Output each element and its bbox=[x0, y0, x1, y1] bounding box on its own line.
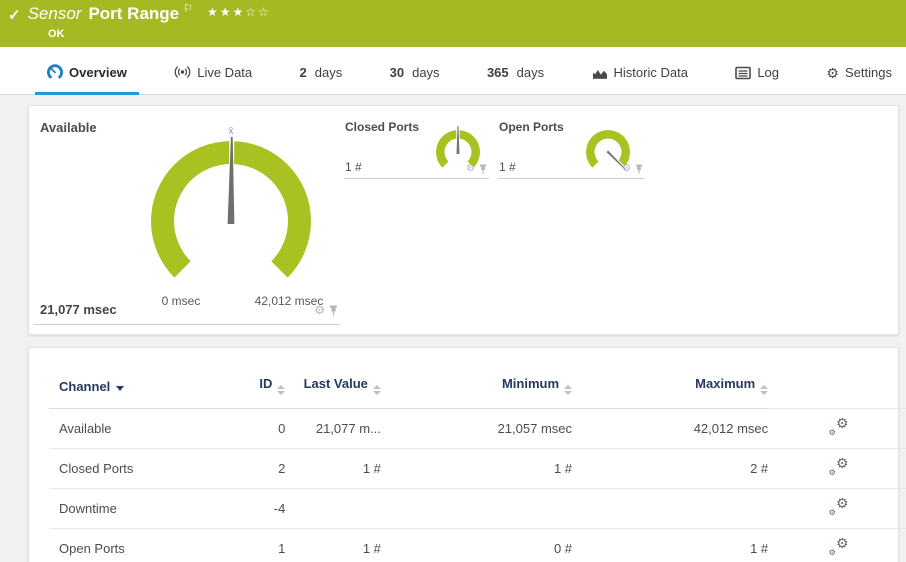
gauge-title: Closed Ports bbox=[345, 120, 420, 134]
channel-id: 0 bbox=[225, 408, 286, 449]
tab-label: days bbox=[516, 65, 545, 80]
tab-settings[interactable]: ⚙ Settings bbox=[814, 65, 904, 95]
tab-number: 30 bbox=[389, 65, 405, 80]
tab-overview[interactable]: Overview bbox=[35, 64, 139, 95]
gauge-value: 1 # bbox=[345, 160, 362, 174]
tab-number: 2 bbox=[299, 65, 307, 80]
channel-minimum: 0 # bbox=[380, 528, 573, 562]
gauge-value: 21,077 msec bbox=[40, 302, 117, 317]
channel-gauge-open-ports: Open Ports 1 # ⚙ bbox=[498, 114, 645, 179]
gauge-icon bbox=[47, 64, 63, 79]
sensor-name: Port Range bbox=[88, 4, 180, 23]
channel-id: 1 bbox=[225, 528, 286, 562]
tab-label: Overview bbox=[69, 64, 127, 80]
table-row[interactable]: Closed Ports 2 1 # 1 # 2 # ⚙ ⚙ bbox=[49, 448, 906, 489]
column-header-maximum[interactable]: Maximum bbox=[572, 348, 769, 409]
tab-label: days bbox=[412, 65, 440, 80]
status-check-icon: ✓ bbox=[8, 7, 21, 24]
tab-live-data[interactable]: Live Data bbox=[162, 64, 264, 95]
channel-last-value: 1 # bbox=[285, 528, 381, 562]
channel-settings-gears-icon[interactable]: ⚙ ⚙ bbox=[829, 456, 849, 477]
priority-stars[interactable]: ★★★☆☆ bbox=[207, 5, 271, 19]
sort-carets-icon bbox=[372, 385, 381, 395]
table-row[interactable]: Downtime -4 ⚙ ⚙ bbox=[49, 488, 906, 529]
tab-label: Log bbox=[757, 65, 780, 80]
tab-label: Settings bbox=[844, 65, 892, 80]
gauge-title: Open Ports bbox=[499, 120, 564, 134]
channel-settings-gears-icon[interactable]: ⚙ ⚙ bbox=[829, 496, 849, 517]
channel-name[interactable]: Open Ports bbox=[49, 528, 226, 562]
pin-icon[interactable] bbox=[635, 164, 643, 174]
table-row[interactable]: Available 0 21,077 m... 21,057 msec 42,0… bbox=[49, 408, 906, 449]
column-header-last-value[interactable]: Last Value bbox=[285, 348, 381, 409]
tab-label: Historic Data bbox=[613, 65, 688, 80]
pin-icon[interactable] bbox=[479, 164, 487, 174]
gauge-title: Available bbox=[40, 120, 97, 135]
tab-historic-data[interactable]: Historic Data bbox=[580, 65, 700, 95]
channel-settings-gears-icon[interactable]: ⚙ ⚙ bbox=[829, 536, 849, 557]
channel-name[interactable]: Downtime bbox=[49, 488, 226, 529]
flag-icon[interactable]: ⚐ bbox=[183, 2, 193, 15]
gauge-needle bbox=[456, 126, 460, 154]
column-header-channel[interactable]: Channel bbox=[49, 348, 226, 409]
channel-maximum: 1 # bbox=[572, 528, 769, 562]
channel-last-value bbox=[285, 488, 381, 529]
gauges-panel: Available x̄ 0 msec 42,012 msec 21,077 m… bbox=[28, 105, 899, 335]
channel-id: -4 bbox=[225, 488, 286, 529]
column-header-actions bbox=[768, 348, 906, 409]
gauge-value: 1 # bbox=[499, 160, 516, 174]
channel-gauge-available: Available x̄ 0 msec 42,012 msec 21,077 m… bbox=[34, 114, 340, 325]
tab-label: Live Data bbox=[197, 64, 253, 80]
channels-table-panel: Channel ID Last Value Minimum Maximum Av… bbox=[28, 347, 906, 562]
gauge-settings-gear-icon[interactable]: ⚙ bbox=[622, 164, 631, 174]
pin-icon[interactable] bbox=[329, 305, 338, 316]
sensor-header: ✓ Sensor Port Range ⚐ ★★★☆☆ OK bbox=[0, 0, 906, 47]
content-area: Available x̄ 0 msec 42,012 msec 21,077 m… bbox=[0, 95, 906, 562]
area-chart-icon bbox=[592, 69, 607, 79]
column-header-minimum[interactable]: Minimum bbox=[380, 348, 573, 409]
sort-carets-icon bbox=[760, 385, 769, 395]
status-badge: OK bbox=[48, 28, 65, 40]
available-gauge: x̄ bbox=[151, 126, 311, 278]
tab-number: 365 bbox=[486, 65, 509, 80]
column-header-id[interactable]: ID bbox=[225, 348, 286, 409]
sort-desc-icon bbox=[116, 386, 125, 391]
tab-30-days[interactable]: 30 days bbox=[378, 65, 452, 95]
tab-label: days bbox=[314, 65, 343, 80]
tab-365-days[interactable]: 365 days bbox=[475, 65, 556, 95]
channel-last-value: 1 # bbox=[285, 448, 381, 489]
gauge-settings-gear-icon[interactable]: ⚙ bbox=[466, 164, 475, 174]
tab-log[interactable]: Log bbox=[723, 65, 791, 95]
sort-carets-icon bbox=[564, 385, 573, 395]
mean-marker: x̄ bbox=[229, 126, 234, 137]
channel-name[interactable]: Available bbox=[49, 408, 226, 449]
channel-maximum bbox=[572, 488, 769, 529]
channel-maximum: 2 # bbox=[572, 448, 769, 489]
tab-2-days[interactable]: 2 days bbox=[288, 65, 355, 95]
live-icon bbox=[174, 66, 191, 78]
channel-id: 2 bbox=[225, 448, 286, 489]
channel-minimum: 1 # bbox=[380, 448, 573, 489]
tab-bar: Overview Live Data 2 days 30 days 365 da… bbox=[0, 47, 906, 95]
channel-gauge-closed-ports: Closed Ports 1 # ⚙ bbox=[344, 114, 489, 179]
channel-settings-gears-icon[interactable]: ⚙ ⚙ bbox=[829, 416, 849, 437]
channel-minimum: 21,057 msec bbox=[380, 408, 573, 449]
sort-carets-icon bbox=[277, 385, 286, 395]
gear-icon: ⚙ bbox=[826, 64, 839, 81]
sensor-type-label: Sensor bbox=[27, 4, 82, 23]
gauge-settings-gear-icon[interactable]: ⚙ bbox=[314, 304, 325, 316]
channel-last-value: 21,077 m... bbox=[285, 408, 381, 449]
log-icon bbox=[735, 66, 752, 79]
channel-name[interactable]: Closed Ports bbox=[49, 448, 226, 489]
channel-minimum bbox=[380, 488, 573, 529]
table-row[interactable]: Open Ports 1 1 # 0 # 1 # ⚙ ⚙ bbox=[49, 528, 906, 562]
gauge-min-label: 0 msec bbox=[161, 294, 201, 308]
channels-table: Channel ID Last Value Minimum Maximum Av… bbox=[49, 348, 906, 562]
channel-maximum: 42,012 msec bbox=[572, 408, 769, 449]
